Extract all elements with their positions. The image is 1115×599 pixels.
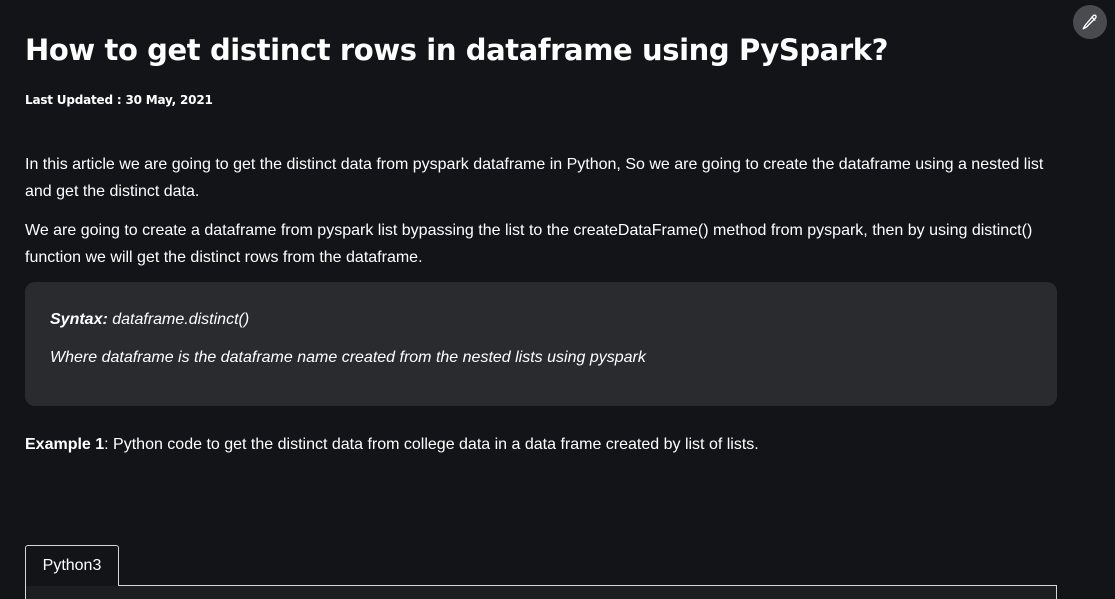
syntax-description: Where dataframe is the dataframe name cr… (50, 349, 646, 366)
code-block (25, 585, 1057, 599)
last-updated: Last Updated : 30 May, 2021 (25, 93, 213, 107)
syntax-label: Syntax: (50, 311, 108, 328)
code-tabs: Python3 (25, 545, 1057, 599)
tab-python3[interactable]: Python3 (25, 545, 119, 586)
method-paragraph: We are going to create a dataframe from … (25, 222, 1033, 266)
page-title: How to get distinct rows in dataframe us… (25, 33, 889, 67)
intro-paragraph: In this article we are going to get the … (25, 156, 1044, 200)
pencil-icon (1081, 13, 1099, 31)
example-label: Example 1 (25, 436, 105, 453)
syntax-code: dataframe.distinct() (107, 311, 250, 328)
syntax-line: Syntax: dataframe.distinct() (50, 308, 1032, 332)
example-heading: Example 1: Python code to get the distin… (25, 431, 1057, 458)
example-text: : Python code to get the distinct data f… (104, 436, 759, 453)
syntax-box: Syntax: dataframe.distinct() Where dataf… (25, 282, 1057, 406)
edit-button[interactable] (1073, 5, 1107, 39)
